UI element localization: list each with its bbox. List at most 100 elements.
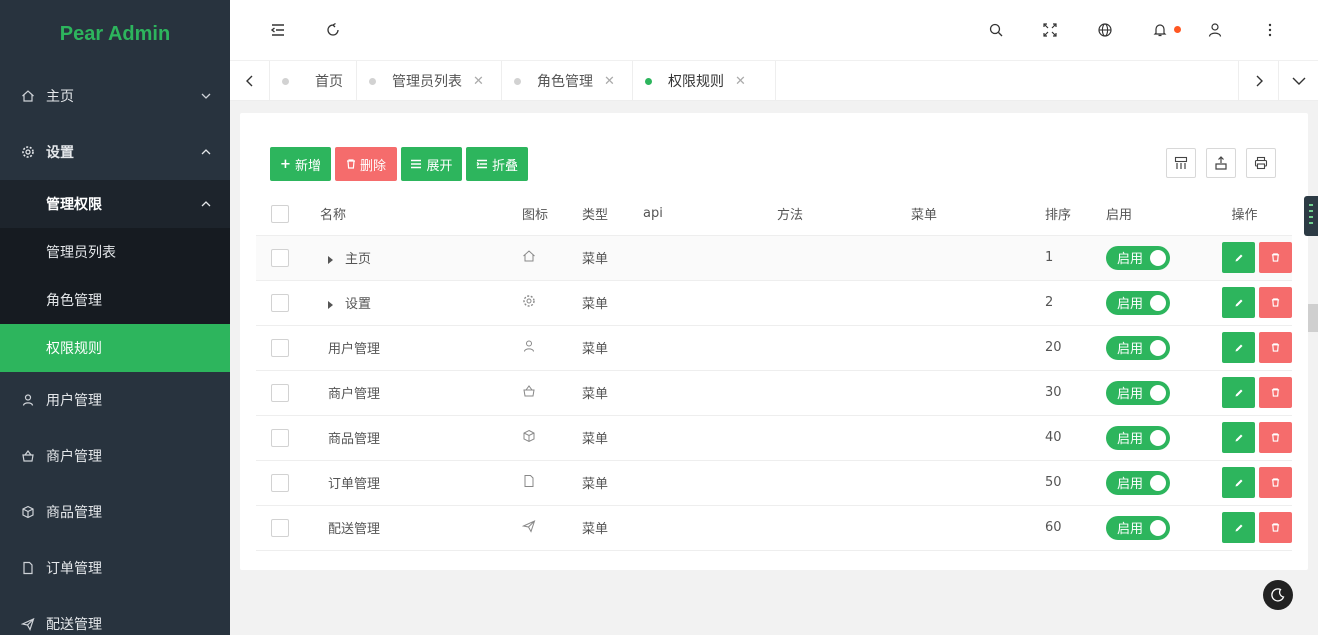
- table-row[interactable]: 配送管理 菜单 60 启用: [256, 505, 1292, 551]
- expand-button[interactable]: 展开: [401, 147, 462, 181]
- enabled-toggle[interactable]: 启用: [1106, 425, 1170, 450]
- edit-button[interactable]: [1222, 467, 1255, 498]
- permission-table: 名称 图标 类型 api 方法 菜单 排序 启用 操作 主页 菜单 1 启用 设…: [256, 193, 1292, 551]
- settings-side-widget[interactable]: [1304, 196, 1318, 236]
- tab-scroll-left[interactable]: [230, 61, 270, 101]
- header-api[interactable]: api: [633, 193, 767, 236]
- tab-scroll-right[interactable]: [1238, 61, 1278, 101]
- header-method[interactable]: 方法: [767, 193, 901, 236]
- row-checkbox-cell: [256, 370, 310, 416]
- tab-permission-rules[interactable]: 权限规则 ✕: [633, 61, 776, 101]
- delete-row-button[interactable]: [1259, 242, 1292, 273]
- edit-button[interactable]: [1222, 512, 1255, 543]
- delete-row-button[interactable]: [1259, 422, 1292, 453]
- sidebar-item-merchants[interactable]: 商户管理: [0, 428, 230, 484]
- row-name-cell: 主页: [310, 235, 512, 281]
- row-type: 菜单: [572, 460, 633, 506]
- add-button[interactable]: + 新增: [270, 147, 331, 181]
- enabled-toggle[interactable]: 启用: [1106, 380, 1170, 405]
- toggle-label: 启用: [1117, 432, 1144, 447]
- table-row[interactable]: 用户管理 菜单 20 启用: [256, 325, 1292, 371]
- sidebar-item-orders[interactable]: 订单管理: [0, 540, 230, 596]
- fullscreen-icon[interactable]: [1042, 22, 1058, 38]
- refresh-icon[interactable]: [325, 22, 341, 38]
- row-checkbox[interactable]: [271, 428, 289, 447]
- row-checkbox[interactable]: [271, 338, 289, 357]
- enabled-toggle[interactable]: 启用: [1106, 290, 1170, 315]
- row-name: 商品管理: [328, 432, 381, 447]
- edit-button[interactable]: [1222, 422, 1255, 453]
- row-checkbox[interactable]: [271, 518, 289, 537]
- select-all-checkbox[interactable]: [271, 204, 289, 223]
- sidebar-item-home[interactable]: 主页: [0, 68, 230, 124]
- printer-icon: [1254, 156, 1268, 170]
- delete-row-button[interactable]: [1259, 332, 1292, 363]
- search-icon[interactable]: [988, 22, 1004, 38]
- edit-button[interactable]: [1222, 377, 1255, 408]
- table-row[interactable]: 主页 菜单 1 启用: [256, 235, 1292, 281]
- table-row[interactable]: 设置 菜单 2 启用: [256, 280, 1292, 326]
- enabled-toggle[interactable]: 启用: [1106, 470, 1170, 495]
- scrollbar-thumb[interactable]: [1308, 304, 1318, 332]
- expand-arrow-icon[interactable]: [328, 255, 333, 264]
- tab-admin-list[interactable]: 管理员列表 ✕: [357, 61, 502, 101]
- trash-icon: [1271, 298, 1280, 307]
- close-icon[interactable]: ✕: [735, 74, 746, 89]
- delete-row-button[interactable]: [1259, 287, 1292, 318]
- sidebar-item-permission-group[interactable]: 管理权限: [0, 180, 230, 228]
- row-checkbox[interactable]: [271, 293, 289, 312]
- table-row[interactable]: 订单管理 菜单 50 启用: [256, 460, 1292, 506]
- tab-role-manage[interactable]: 角色管理 ✕: [502, 61, 633, 101]
- header-name[interactable]: 名称: [310, 193, 512, 236]
- more-vertical-icon[interactable]: [1262, 22, 1278, 38]
- bell-icon[interactable]: [1152, 22, 1168, 38]
- row-checkbox[interactable]: [271, 473, 289, 492]
- close-icon[interactable]: ✕: [473, 74, 484, 89]
- header-checkbox-cell: [256, 193, 310, 236]
- enabled-toggle[interactable]: 启用: [1106, 515, 1170, 540]
- widget-line: [1309, 222, 1313, 224]
- export-button[interactable]: [1206, 148, 1236, 178]
- column-filter-button[interactable]: [1166, 148, 1196, 178]
- delete-row-button[interactable]: [1259, 467, 1292, 498]
- chevron-down-icon: [1292, 77, 1305, 85]
- tab-menu-dropdown[interactable]: [1278, 61, 1318, 101]
- sidebar-item-settings[interactable]: 设置: [0, 124, 230, 180]
- app-logo[interactable]: Pear Admin: [0, 0, 230, 68]
- dark-mode-toggle[interactable]: [1263, 580, 1293, 610]
- box-icon: [523, 429, 535, 442]
- table-row[interactable]: 商品管理 菜单 40 启用: [256, 415, 1292, 461]
- edit-button[interactable]: [1222, 287, 1255, 318]
- sidebar-item-products[interactable]: 商品管理: [0, 484, 230, 540]
- header-enabled[interactable]: 启用: [1096, 193, 1197, 236]
- sidebar-item-permission-rules[interactable]: 权限规则: [0, 324, 230, 372]
- delete-row-button[interactable]: [1259, 377, 1292, 408]
- chevron-up-icon: [201, 149, 211, 155]
- sidebar-item-role-manage[interactable]: 角色管理: [0, 276, 230, 324]
- enabled-toggle[interactable]: 启用: [1106, 335, 1170, 360]
- sidebar-item-admin-list[interactable]: 管理员列表: [0, 228, 230, 276]
- sidebar-item-users[interactable]: 用户管理: [0, 372, 230, 428]
- table-row[interactable]: 商户管理 菜单 30 启用: [256, 370, 1292, 416]
- delete-button[interactable]: 删除: [335, 147, 397, 181]
- edit-button[interactable]: [1222, 332, 1255, 363]
- edit-button[interactable]: [1222, 242, 1255, 273]
- header-sort[interactable]: 排序: [1035, 193, 1096, 236]
- header-type[interactable]: 类型: [572, 193, 633, 236]
- row-checkbox[interactable]: [271, 383, 289, 402]
- globe-icon[interactable]: [1097, 22, 1113, 38]
- delete-row-button[interactable]: [1259, 512, 1292, 543]
- button-label: 删除: [359, 158, 386, 174]
- header-menu[interactable]: 菜单: [901, 193, 1035, 236]
- tab-home[interactable]: 首页: [270, 61, 357, 101]
- expand-arrow-icon[interactable]: [328, 300, 333, 309]
- enabled-toggle[interactable]: 启用: [1106, 245, 1170, 270]
- close-icon[interactable]: ✕: [604, 74, 615, 89]
- menu-collapse-icon[interactable]: [270, 22, 286, 38]
- row-checkbox[interactable]: [271, 248, 289, 267]
- sidebar-item-delivery[interactable]: 配送管理: [0, 596, 230, 635]
- user-icon[interactable]: [1207, 22, 1223, 38]
- header-icon[interactable]: 图标: [512, 193, 572, 236]
- print-button[interactable]: [1246, 148, 1276, 178]
- collapse-button[interactable]: 折叠: [466, 147, 528, 181]
